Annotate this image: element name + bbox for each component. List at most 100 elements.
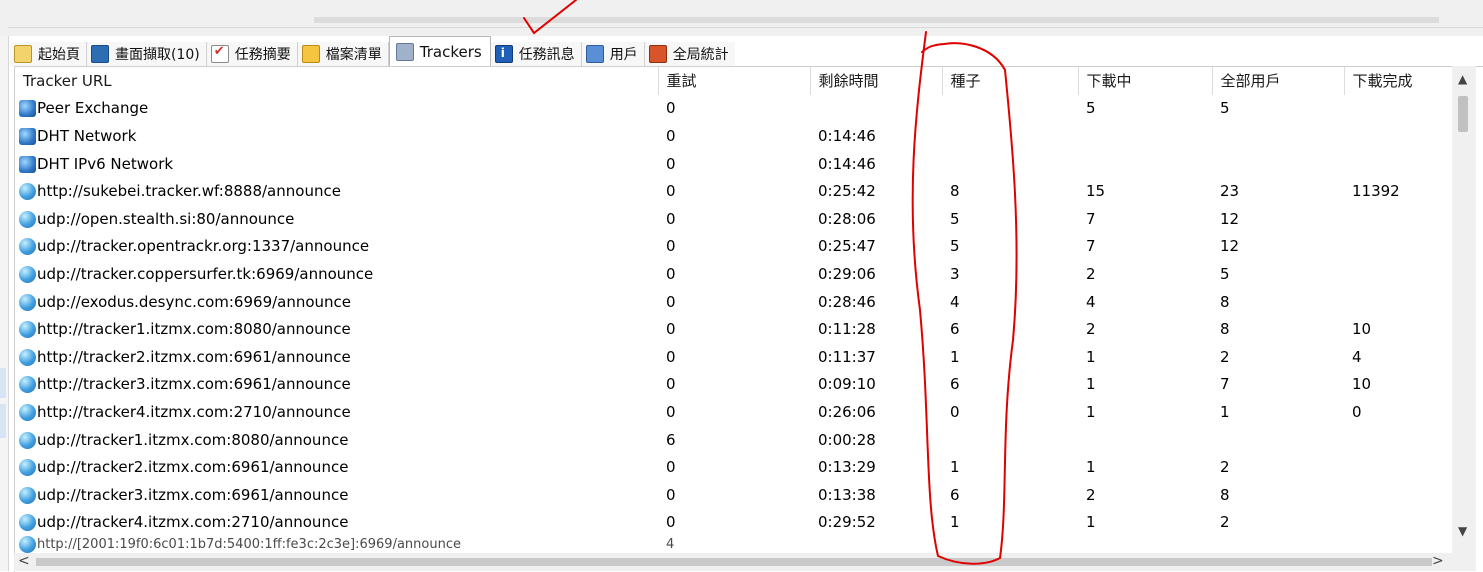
vertical-scrollbar[interactable]: ▲ ▼ xyxy=(1452,66,1476,571)
downloading-cell xyxy=(1078,536,1212,553)
table-row[interactable]: http://sukebei.tracker.wf:8888/announce 0… xyxy=(15,177,1452,205)
table-header: Tracker URL 重試 剩餘時間 種子 下載中 全部用戶 下載完成 xyxy=(15,67,1453,95)
table-row[interactable]: udp://tracker4.itzmx.com:2710/announce 0 0… xyxy=(15,509,1452,537)
tab-label: Trackers xyxy=(419,42,482,61)
completed-cell: 10 xyxy=(1352,375,1372,394)
scroll-left-arrow-icon[interactable]: < xyxy=(18,553,30,569)
seeds-cell: 5 xyxy=(950,209,960,228)
completed-cell xyxy=(1344,122,1452,150)
tracker-url-cell: udp://tracker3.itzmx.com:6961/announce xyxy=(15,481,658,509)
table-row[interactable]: http://tracker4.itzmx.com:2710/announce 0… xyxy=(15,398,1452,426)
completed-cell xyxy=(1344,509,1452,537)
table-row[interactable]: http://tracker3.itzmx.com:6961/announce 0… xyxy=(15,371,1452,399)
all-peers-cell: 5 xyxy=(1220,264,1230,283)
all-peers-cell xyxy=(1212,122,1344,150)
table-row[interactable]: udp://tracker.opentrackr.org:1337/announ… xyxy=(15,233,1452,261)
network-icon xyxy=(19,100,36,118)
downloading-cell: 1 xyxy=(1086,347,1096,366)
tracker-url-text: udp://tracker2.itzmx.com:6961/announce xyxy=(37,458,349,477)
tab-label: 畫面擷取(10) xyxy=(115,47,200,63)
table-row[interactable]: udp://tracker.coppersurfer.tk:6969/annou… xyxy=(15,260,1452,288)
completed-cell: 10 xyxy=(1352,320,1372,339)
scroll-down-arrow-icon[interactable]: ▼ xyxy=(1458,524,1467,538)
retry-count-cell: 0 xyxy=(666,237,676,256)
downloading-cell: 2 xyxy=(1086,320,1096,339)
globe-icon xyxy=(19,536,36,554)
column-header-retry[interactable]: 重試 xyxy=(658,67,811,95)
retry-count-cell: 0 xyxy=(666,347,676,366)
tab-label: 檔案清單 xyxy=(325,47,382,63)
downloading-cell: 4 xyxy=(1086,292,1096,311)
scroll-up-arrow-icon[interactable]: ▲ xyxy=(1458,72,1467,86)
tracker-url-text: udp://open.stealth.si:80/announce xyxy=(37,209,295,228)
table-row[interactable]: udp://tracker3.itzmx.com:6961/announce 0 0… xyxy=(15,481,1452,509)
tab-task-summary[interactable]: 任務摘要 xyxy=(206,42,298,66)
info-icon xyxy=(494,45,513,63)
tracker-url-cell: DHT Network xyxy=(15,122,658,150)
completed-cell xyxy=(1344,95,1452,123)
column-header-completed[interactable]: 下載完成 xyxy=(1344,67,1453,95)
tab-global-stats[interactable]: 全局統計 xyxy=(644,42,735,66)
table-row[interactable]: udp://tracker1.itzmx.com:8080/announce 6 0… xyxy=(15,426,1452,454)
vertical-scroll-thumb[interactable] xyxy=(1458,96,1468,132)
column-header-time-left[interactable]: 剩餘時間 xyxy=(810,67,943,95)
tracker-url-cell: udp://tracker.coppersurfer.tk:6969/annou… xyxy=(15,260,658,288)
retry-count-cell: 0 xyxy=(666,182,676,201)
tracker-url-cell: http://tracker3.itzmx.com:6961/announce xyxy=(15,371,658,399)
tab-task-messages[interactable]: 任務訊息 xyxy=(490,42,582,66)
column-header-all-peers[interactable]: 全部用戶 xyxy=(1212,67,1345,95)
seeds-cell: 1 xyxy=(950,458,960,477)
all-peers-cell: 12 xyxy=(1220,209,1240,228)
tab-screenshots[interactable]: 畫面擷取(10) xyxy=(87,42,207,66)
column-header-seeds[interactable]: 種子 xyxy=(942,67,1079,95)
retry-count-cell: 4 xyxy=(666,537,675,553)
tab-label: 起始頁 xyxy=(38,47,80,63)
retry-count-cell: 0 xyxy=(666,320,676,339)
top-scrollbar-thumb[interactable] xyxy=(314,17,1439,23)
tab-trackers[interactable]: Trackers xyxy=(388,36,491,66)
seeds-cell: 3 xyxy=(950,264,960,283)
all-peers-cell: 5 xyxy=(1220,99,1230,118)
tab-label: 全局統計 xyxy=(672,47,729,63)
downloading-cell: 2 xyxy=(1086,485,1096,504)
downloading-cell: 2 xyxy=(1086,264,1096,283)
table-row[interactable]: http://[2001:19f0:6c01:1b7d:5400:1ff:fe3… xyxy=(15,536,1452,554)
retry-count-cell: 0 xyxy=(666,402,676,421)
tab-file-list[interactable]: 檔案清單 xyxy=(297,42,389,66)
time-left-cell: 0:29:52 xyxy=(818,513,876,532)
tracker-url-cell: udp://open.stealth.si:80/announce xyxy=(15,205,658,233)
globe-icon xyxy=(19,431,36,449)
horizontal-scrollbar[interactable]: < > xyxy=(14,553,1452,571)
seeds-cell xyxy=(942,536,1078,553)
time-left-cell xyxy=(810,536,942,553)
tab-start-page[interactable]: 起始頁 xyxy=(10,42,87,66)
tab-peers[interactable]: 用戶 xyxy=(581,42,645,66)
column-header-downloading[interactable]: 下載中 xyxy=(1078,67,1213,95)
table-row[interactable]: DHT Network 0 0:14:46 xyxy=(15,122,1452,150)
table-row[interactable]: http://tracker1.itzmx.com:8080/announce 0… xyxy=(15,315,1452,343)
column-header-tracker-url[interactable]: Tracker URL xyxy=(15,67,659,95)
completed-cell xyxy=(1344,205,1452,233)
tracker-url-cell: udp://exodus.desync.com:6969/announce xyxy=(15,288,658,316)
table-row[interactable]: DHT IPv6 Network 0 0:14:46 xyxy=(15,150,1452,178)
completed-cell xyxy=(1344,536,1452,553)
tracker-url-cell: DHT IPv6 Network xyxy=(15,150,658,178)
scroll-right-arrow-icon[interactable]: > xyxy=(1432,553,1444,569)
table-row[interactable]: udp://tracker2.itzmx.com:6961/announce 0 0… xyxy=(15,453,1452,481)
globe-icon xyxy=(19,486,36,504)
table-row[interactable]: udp://open.stealth.si:80/announce 0 0:28:0… xyxy=(15,205,1452,233)
table-row[interactable]: udp://exodus.desync.com:6969/announce 0 0:… xyxy=(15,288,1452,316)
time-left-cell: 0:13:29 xyxy=(818,458,876,477)
completed-cell xyxy=(1344,453,1452,481)
files-icon xyxy=(301,45,320,63)
home-icon xyxy=(14,45,32,63)
table-row[interactable]: http://tracker2.itzmx.com:6961/announce 0… xyxy=(15,343,1452,371)
horizontal-scroll-thumb[interactable] xyxy=(36,558,1432,566)
screenshot-icon xyxy=(91,45,109,63)
tracker-url-text: Peer Exchange xyxy=(37,99,149,118)
globe-icon xyxy=(19,321,36,339)
globe-icon xyxy=(19,210,36,228)
all-peers-cell xyxy=(1212,426,1344,454)
table-row[interactable]: Peer Exchange 0 5 5 xyxy=(15,95,1452,123)
tab-label: 用戶 xyxy=(609,47,638,63)
